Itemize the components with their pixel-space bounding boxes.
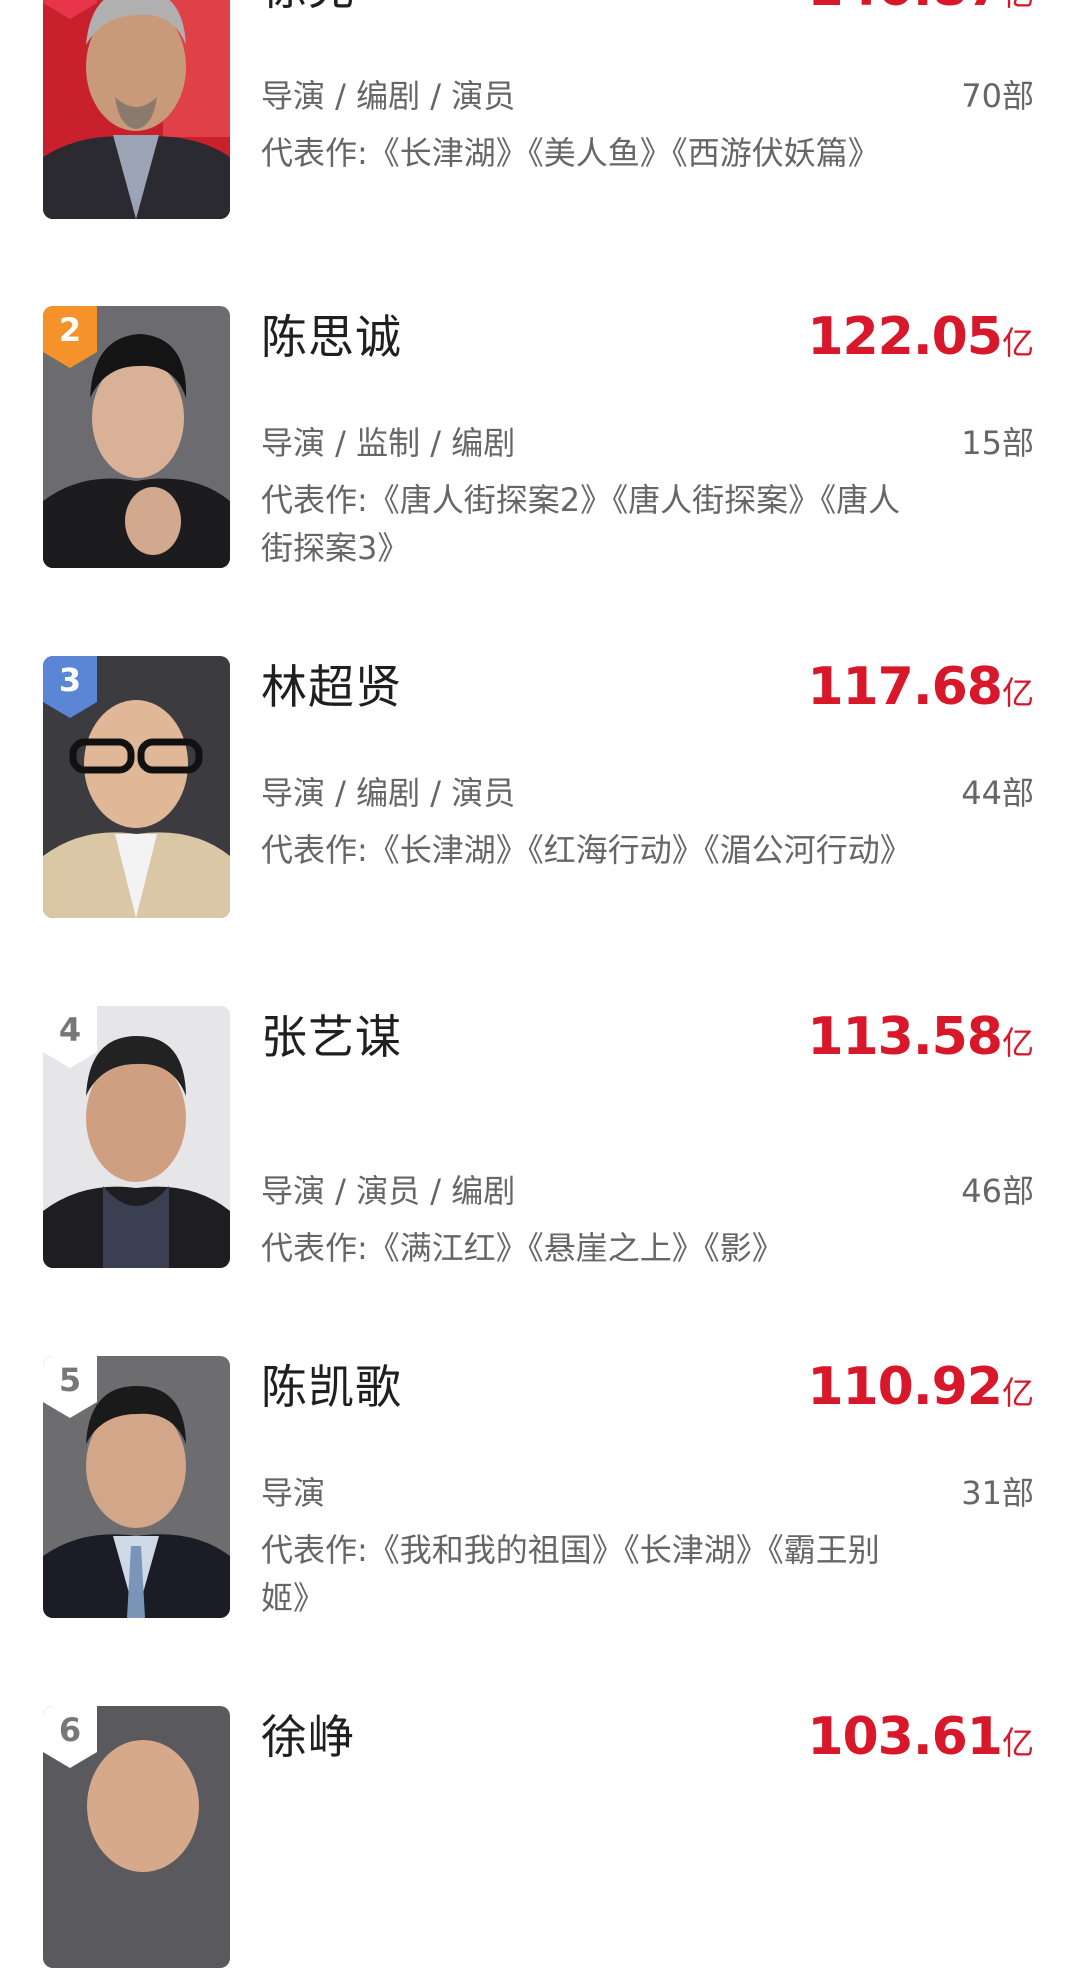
film-count: 15部 bbox=[961, 424, 1034, 462]
director-roles: 导演 bbox=[261, 1474, 326, 1512]
director-name: 陈凯歌 bbox=[261, 1360, 402, 1414]
box-office-value: 110.92 bbox=[807, 1357, 1003, 1417]
director-photo[interactable]: 6 bbox=[43, 1706, 230, 1968]
box-office-value: 103.61 bbox=[807, 1707, 1003, 1767]
portrait-image bbox=[43, 0, 230, 219]
list-item[interactable]: 6 徐峥 103.61亿 bbox=[0, 1706, 1080, 1976]
box-office-total: 140.87亿 bbox=[807, 0, 1034, 31]
rank-number: 3 bbox=[58, 661, 82, 699]
box-office-total: 103.61亿 bbox=[807, 1706, 1034, 1780]
director-photo[interactable]: 1 bbox=[43, 0, 230, 219]
representative-works: 代表作:《满江红》《悬崖之上》《影》 bbox=[261, 1229, 784, 1267]
director-photo[interactable]: 5 bbox=[43, 1356, 230, 1618]
box-office-unit: 亿 bbox=[1001, 1374, 1034, 1412]
box-office-value: 113.58 bbox=[807, 1007, 1003, 1067]
list-item[interactable]: 4 张艺谋 113.58亿 导演 / 演员 / 编剧 46部 代表作:《满江红》… bbox=[0, 1006, 1080, 1276]
rank-badge-icon bbox=[43, 0, 97, 19]
box-office-value: 117.68 bbox=[807, 657, 1003, 717]
director-name: 陈思诚 bbox=[261, 310, 402, 364]
box-office-total: 117.68亿 bbox=[807, 656, 1034, 730]
film-count: 31部 bbox=[961, 1474, 1034, 1512]
list-item[interactable]: 2 陈思诚 122.05亿 导演 / 监制 / 编剧 15部 代表作:《唐人街探… bbox=[0, 306, 1080, 576]
director-roles: 导演 / 编剧 / 演员 bbox=[261, 774, 516, 812]
director-name: 徐克 bbox=[261, 0, 355, 19]
list-item[interactable]: 3 林超贤 117.68亿 导演 / 编剧 / 演员 44部 代表作:《长津湖》… bbox=[0, 656, 1080, 926]
director-photo[interactable]: 3 bbox=[43, 656, 230, 918]
film-count: 44部 bbox=[961, 774, 1034, 812]
box-office-total: 122.05亿 bbox=[807, 306, 1034, 380]
representative-works: 代表作:《长津湖》《红海行动》《湄公河行动》 bbox=[261, 831, 912, 869]
rank-number: 4 bbox=[58, 1011, 82, 1049]
director-roles: 导演 / 演员 / 编剧 bbox=[261, 1172, 516, 1210]
representative-works: 代表作:《长津湖》《美人鱼》《西游伏妖篇》 bbox=[261, 134, 880, 172]
rank-number: 2 bbox=[58, 311, 82, 349]
box-office-total: 110.92亿 bbox=[807, 1356, 1034, 1430]
director-photo[interactable]: 2 bbox=[43, 306, 230, 568]
box-office-unit: 亿 bbox=[1001, 324, 1034, 362]
film-count: 46部 bbox=[961, 1172, 1034, 1210]
box-office-unit: 亿 bbox=[1002, 0, 1034, 13]
representative-works: 代表作:《唐人街探案2》《唐人街探案》《唐人街探案3》 bbox=[261, 481, 901, 567]
box-office-unit: 亿 bbox=[1001, 674, 1034, 712]
box-office-unit: 亿 bbox=[1001, 1724, 1034, 1762]
director-name: 徐峥 bbox=[261, 1710, 355, 1764]
rank-number: 5 bbox=[58, 1361, 82, 1399]
director-name: 林超贤 bbox=[261, 660, 402, 714]
director-roles: 导演 / 编剧 / 演员 bbox=[261, 77, 516, 115]
box-office-unit: 亿 bbox=[1001, 1024, 1034, 1062]
box-office-value: 140.87 bbox=[807, 0, 1003, 18]
rank-number: 6 bbox=[58, 1711, 82, 1749]
representative-works: 代表作:《我和我的祖国》《长津湖》《霸王别姬》 bbox=[261, 1531, 880, 1617]
director-name: 张艺谋 bbox=[261, 1010, 402, 1064]
rank-number: 1 bbox=[43, 0, 97, 1]
list-item[interactable]: 5 陈凯歌 110.92亿 导演 31部 代表作:《我和我的祖国》《长津湖》《霸… bbox=[0, 1356, 1080, 1626]
box-office-total: 113.58亿 bbox=[807, 1006, 1034, 1080]
film-count: 70部 bbox=[961, 77, 1034, 115]
director-roles: 导演 / 监制 / 编剧 bbox=[261, 424, 516, 462]
director-photo[interactable]: 4 bbox=[43, 1006, 230, 1268]
list-item[interactable]: 1 徐克 140.87亿 导演 / 编剧 / 演员 70部 代表作:《长津湖》《… bbox=[0, 0, 1080, 227]
box-office-value: 122.05 bbox=[807, 307, 1003, 367]
